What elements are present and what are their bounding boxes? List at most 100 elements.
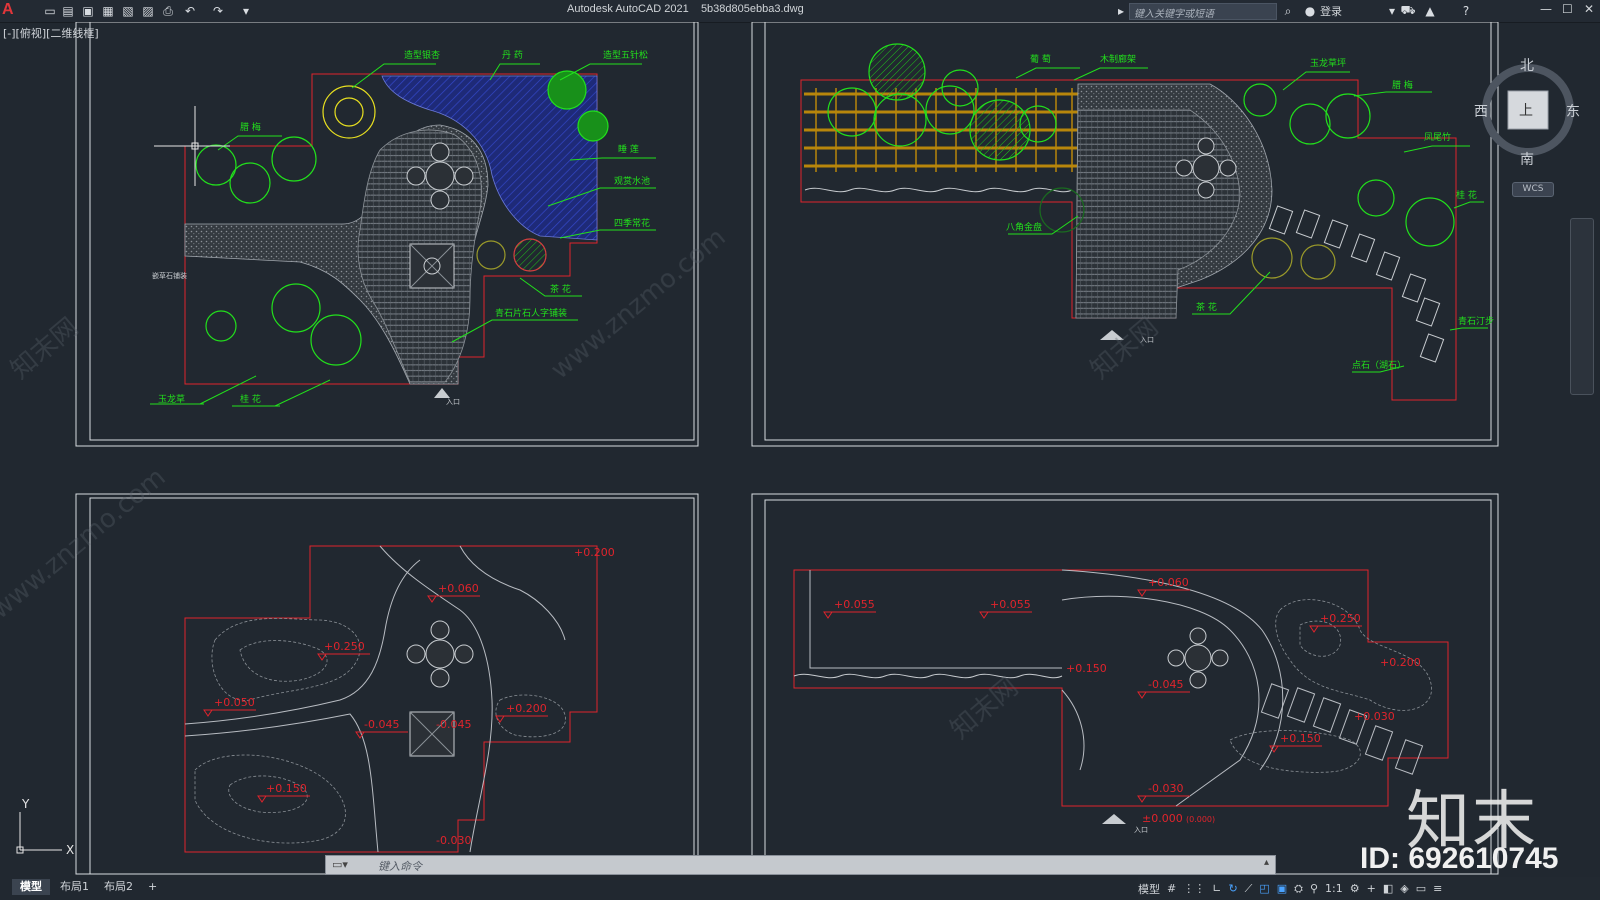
autocad-logo-icon[interactable]: A [2,1,14,19]
help-icon[interactable]: ? [1458,3,1474,19]
label-1b: 丹 药 [502,50,523,61]
new-file-icon[interactable]: ▭ [42,3,58,19]
annotation-visibility-icon[interactable]: ⛭ [1294,882,1303,896]
label-2d: 腊 梅 [1392,79,1413,91]
watermark-id: ID: 692610745 [1360,842,1559,875]
elev-4a: +0.055 [834,598,875,611]
ucs-icon [16,812,62,854]
isodraft-icon[interactable]: ⟋ [1245,882,1253,896]
label-1j: 玉龙草 [158,393,185,405]
search-arrow-icon[interactable]: ▸ [1113,3,1129,19]
label-2i: 青石汀步 [1458,315,1494,327]
viewcube-east[interactable]: 东 [1566,101,1580,121]
elev-3f: -0.045 [436,718,471,731]
add-layout-button[interactable]: + [140,879,165,895]
model-space-button[interactable]: 模型 [1138,881,1160,897]
command-history-icon[interactable]: ▭▾ [332,858,348,871]
viewcube[interactable]: 北 南 东 西 上 [1474,55,1580,168]
grid-icon[interactable]: # [1167,882,1176,895]
elev-4g: +0.200 [1380,656,1421,669]
tab-model[interactable]: 模型 [12,879,50,895]
otrack-icon[interactable]: ▣ [1277,882,1287,895]
pergola-symbol [804,92,1078,168]
viewcube-south[interactable]: 南 [1520,149,1534,169]
viewport-frame-4 [751,493,1499,875]
window-title: Autodesk AutoCAD 2021 5b38d805ebba3.dwg [567,3,804,15]
label-2e: 凤尾竹 [1424,131,1451,143]
undo-icon[interactable]: ↶ [182,3,198,19]
elev-3g: +0.200 [506,702,547,715]
wcs-menu[interactable]: WCS [1512,182,1554,197]
navigation-bar[interactable] [1570,218,1594,395]
isolate-objects-icon[interactable]: ◈ [1400,882,1408,895]
open-file-icon[interactable]: ▤ [60,3,76,19]
search-icon[interactable]: ⌕ [1280,3,1296,19]
label-1g: 四季常花 [614,217,650,229]
elev-4k: ±0.000 [1142,812,1183,825]
cart-icon[interactable]: ⛟ [1400,3,1416,19]
login-button[interactable]: 登录 [1320,3,1342,19]
close-icon[interactable]: ✕ [1584,2,1594,16]
fullscreen-icon[interactable]: ▭ [1416,882,1426,895]
viewcube-top-face[interactable]: 上 [1519,100,1533,120]
print-preview-icon[interactable]: ▧ [120,3,136,19]
elev-3a: +0.060 [438,582,479,595]
label-2j: 点石（湖石） [1352,360,1406,371]
watermark-text-pattern: 知末网 www.znzmo.com 知末网 www.znzmo.com 知末网 [0,222,1164,745]
autodesk-a360-icon[interactable]: ▲ [1422,3,1438,19]
command-line-input[interactable]: ▭▾ 键入命令 ▴ [325,855,1276,875]
svg-text:知末网: 知末网 [945,672,1024,745]
gear-icon[interactable]: ⚙ [1350,882,1360,895]
drawing-canvas[interactable]: 造型银杏 丹 药 造型五针松 腊 梅 睡 莲 观赏水池 四季常花 茶 花 青石片… [0,22,1600,877]
command-prompt: 键入命令 [378,860,422,873]
plan-4-elevation: +0.055 +0.055 +0.060 +0.150 -0.045 +0.25… [793,569,1449,834]
label-1c: 造型五针松 [603,49,648,61]
ortho-icon[interactable]: ∟ [1212,882,1221,895]
label-2a: 葡 萄 [1030,53,1051,65]
customization-icon[interactable]: ≡ [1433,882,1442,895]
customize-icon[interactable]: ▾ [238,3,254,19]
publish-icon[interactable]: ▨ [140,3,156,19]
polar-icon[interactable]: ↻ [1228,882,1237,895]
dropdown-icon[interactable]: ▾ [1384,3,1400,19]
snap-icon[interactable]: ⋮⋮ [1183,882,1205,895]
print-icon[interactable]: ⎙ [160,3,176,19]
user-icon[interactable]: ● [1302,3,1318,19]
elevation-marks-4: +0.055 +0.055 +0.060 +0.150 -0.045 +0.25… [834,576,1421,834]
tab-layout2[interactable]: 布局2 [96,879,141,895]
elev-4c: +0.060 [1148,576,1189,589]
osnap-icon[interactable]: ◰ [1259,882,1269,895]
label-1a: 造型银杏 [404,49,440,61]
elevation-marks-3: +0.060 +0.200 +0.250 +0.050 -0.045 -0.04… [214,546,615,847]
elev-3e: -0.045 [364,718,399,731]
window-controls: — ☐ ✕ [1540,2,1600,20]
stepping-stones-4 [1260,683,1424,775]
elev-3c: +0.250 [324,640,365,653]
elev-4j: -0.030 [1148,782,1183,795]
chevron-up-icon[interactable]: ▴ [1264,857,1269,868]
search-input[interactable]: 键入关键字或短语 [1129,3,1277,20]
vine-symbols [827,43,1057,161]
maximize-icon[interactable]: ☐ [1562,2,1573,16]
label-2f: 桂 花 [1456,189,1477,201]
svg-text:知末网: 知末网 [1085,312,1164,385]
viewcube-west[interactable]: 西 [1474,101,1488,121]
tab-layout1[interactable]: 布局1 [52,879,97,895]
minimize-icon[interactable]: — [1540,2,1552,16]
pavilion-symbol-3 [406,620,474,757]
plus-icon[interactable]: + [1367,882,1376,895]
save-icon[interactable]: ▣ [80,3,96,19]
label-2b: 木制廊架 [1100,53,1136,65]
scale-selector[interactable]: 1:1 [1325,882,1343,895]
elev-4l: (0.000) [1186,815,1215,824]
annotation-scale-icon[interactable]: ⚲ [1310,882,1318,895]
hardware-acceleration-icon[interactable]: ◧ [1383,882,1393,895]
redo-icon[interactable]: ↷ [210,3,226,19]
save-as-icon[interactable]: ▦ [100,3,116,19]
label-2g: 八角金盘 [1006,221,1042,233]
svg-text:知末网: 知末网 [5,312,84,385]
elevation-triangles-3 [203,595,548,803]
elev-3i: -0.030 [436,834,471,847]
elev-4h: +0.030 [1354,710,1395,723]
viewcube-north[interactable]: 北 [1520,55,1534,75]
